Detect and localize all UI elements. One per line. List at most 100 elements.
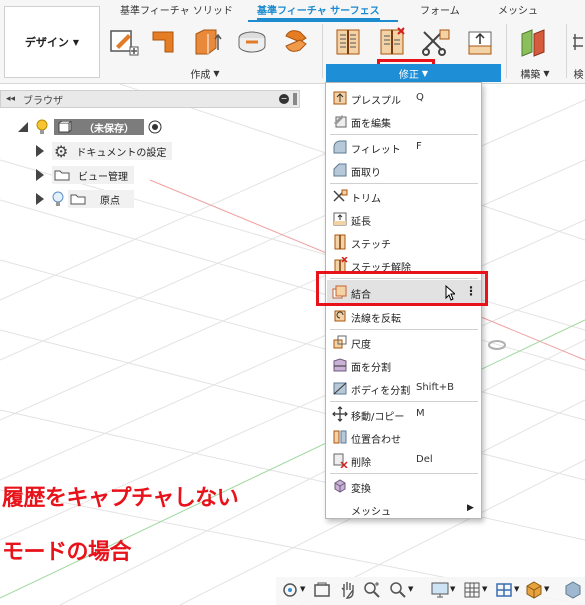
expand-triangle-icon[interactable] — [36, 193, 44, 205]
menu-item-extend[interactable]: 延長 — [327, 208, 481, 230]
activate-radio-icon[interactable] — [148, 120, 162, 134]
browser-item-origin[interactable]: 原点 — [36, 189, 134, 209]
chevron-down-icon[interactable]: ▼ — [300, 585, 305, 593]
pan-hand-icon[interactable] — [338, 580, 358, 600]
menu-item-fillet[interactable]: フィレット F — [327, 136, 481, 158]
root-component-chip[interactable]: （未保存） — [54, 119, 144, 135]
3d-viewport[interactable] — [0, 84, 585, 605]
expand-triangle-icon[interactable] — [18, 122, 28, 132]
fit-zoom-icon[interactable] — [388, 580, 408, 600]
fusion-window: デザイン ▼ 基準フィーチャ ソリッド 基準フィーチャ サーフェス フォーム メ… — [0, 0, 585, 605]
collapse-arrows-icon[interactable]: ◂◂ — [6, 94, 15, 104]
offset-plane-icon[interactable] — [518, 26, 550, 58]
menu-item-presspull[interactable]: プレスプル Q — [327, 87, 481, 109]
move-arrows-icon — [332, 406, 348, 422]
measure-icon[interactable] — [572, 26, 585, 58]
create-group-label: 作成 — [190, 69, 211, 81]
chevron-down-icon[interactable]: ▼ — [408, 585, 413, 593]
look-at-icon[interactable] — [312, 580, 332, 600]
loft-icon[interactable] — [280, 26, 312, 58]
browser-item-document-settings[interactable]: ⚙ ドキュメントの設定 — [36, 141, 173, 161]
menu-item-label: フィレット — [351, 145, 401, 156]
browser-root-node[interactable]: （未保存） — [18, 117, 162, 137]
revolve-icon[interactable] — [190, 26, 222, 58]
environment-cube-icon[interactable] — [524, 580, 544, 600]
trim-scissors-icon[interactable] — [420, 26, 452, 58]
menu-item-label: 法線を反転 — [351, 314, 401, 325]
press-pull-icon[interactable] — [332, 26, 364, 58]
browser-item-chip: ビュー管理 — [52, 166, 134, 184]
menu-item-convert[interactable]: 変換 — [327, 475, 481, 497]
workspace-switcher-button[interactable]: デザイン ▼ — [4, 6, 100, 78]
menu-item-shortcut: Shift+B — [416, 382, 454, 393]
menu-item-shortcut: Del — [416, 454, 433, 465]
expand-triangle-icon[interactable] — [36, 169, 44, 181]
chevron-down-icon[interactable]: ▼ — [514, 585, 519, 593]
lightbulb-off-icon[interactable] — [52, 191, 64, 207]
menu-separator — [330, 329, 478, 330]
modify-group-label: 修正 — [398, 69, 419, 81]
chevron-down-icon: ▼ — [543, 68, 550, 78]
viewports-icon[interactable] — [494, 580, 514, 600]
construct-group-dropdown[interactable]: 構築 ▼ — [512, 64, 558, 82]
component-icon — [58, 121, 72, 133]
menu-item-align[interactable]: 位置合わせ — [327, 426, 481, 448]
inspect-group-dropdown[interactable]: 検 — [572, 64, 585, 82]
menu-item-split-face[interactable]: 面を分割 — [327, 354, 481, 376]
submenu-arrow-icon: ▶ — [467, 503, 474, 513]
chevron-down-icon[interactable]: ▼ — [482, 585, 487, 593]
browser-item-label: ドキュメントの設定 — [76, 147, 167, 159]
menu-item-edit-face[interactable]: 面を編集 — [327, 110, 481, 132]
browser-item-label: ビュー管理 — [78, 171, 128, 183]
menu-item-reverse-normal[interactable]: 法線を反転 — [327, 305, 481, 327]
unstitch-tool-icon[interactable] — [376, 26, 408, 58]
extrude-icon[interactable] — [150, 26, 182, 58]
annotation-line-1: 履歴をキャプチャしない — [2, 486, 239, 511]
edit-face-icon — [334, 115, 347, 128]
ribbon-divider — [506, 24, 507, 78]
split-body-icon — [333, 382, 347, 395]
menu-item-shortcut: Q — [416, 92, 424, 103]
extend-icon[interactable] — [464, 26, 496, 58]
zoom-icon[interactable] — [362, 580, 382, 600]
tab-solid[interactable]: 基準フィーチャ ソリッド — [120, 2, 233, 20]
browser-item-chip: ⚙ ドキュメントの設定 — [52, 142, 173, 161]
reverse-normal-icon — [334, 310, 346, 322]
tab-mesh[interactable]: メッシュ — [498, 2, 538, 20]
modify-group-dropdown[interactable]: 修正 ▼ — [326, 64, 501, 82]
menu-item-label: 変換 — [351, 484, 371, 495]
origin-marker[interactable] — [488, 340, 506, 350]
display-settings-icon[interactable] — [430, 580, 450, 600]
tab-form[interactable]: フォーム — [420, 2, 460, 20]
orbit-icon[interactable] — [280, 580, 300, 600]
menu-item-move-copy[interactable]: 移動/コピー M — [327, 403, 481, 425]
panel-resize-handle[interactable] — [293, 93, 297, 105]
split-face-icon — [333, 358, 347, 372]
menu-item-mesh[interactable]: メッシュ ▶ — [327, 498, 481, 520]
grid-icon[interactable] — [462, 580, 482, 600]
create-sketch-icon[interactable] — [108, 26, 140, 58]
menu-item-delete[interactable]: 削除 Del — [327, 449, 481, 471]
menu-item-trim[interactable]: トリム — [327, 185, 481, 207]
menu-item-stitch[interactable]: ステッチ — [327, 231, 481, 253]
lightbulb-icon[interactable] — [36, 119, 48, 135]
menu-item-split-body[interactable]: ボディを分割 Shift+B — [327, 377, 481, 399]
menu-item-scale[interactable]: 尺度 — [327, 331, 481, 353]
menu-item-shortcut: M — [416, 408, 425, 419]
combine-highlight-box — [316, 271, 488, 306]
chevron-down-icon[interactable]: ▼ — [544, 585, 549, 593]
minimize-icon[interactable]: − — [279, 94, 289, 104]
chevron-down-icon[interactable]: ▼ — [450, 585, 455, 593]
menu-item-label: トリム — [351, 194, 381, 205]
menu-item-label: ボディを分割 — [351, 386, 411, 397]
create-group-dropdown[interactable]: 作成 ▼ — [160, 64, 250, 82]
tab-surface[interactable]: 基準フィーチャ サーフェス — [257, 2, 380, 20]
effects-icon[interactable] — [563, 580, 583, 600]
menu-item-chamfer[interactable]: 面取り — [327, 159, 481, 181]
browser-title: ブラウザ — [23, 95, 64, 107]
expand-triangle-icon[interactable] — [36, 145, 44, 157]
browser-item-named-views[interactable]: ビュー管理 — [36, 165, 134, 185]
sweep-icon[interactable] — [236, 26, 268, 58]
menu-separator — [330, 473, 478, 474]
menu-item-label: 削除 — [351, 458, 371, 469]
